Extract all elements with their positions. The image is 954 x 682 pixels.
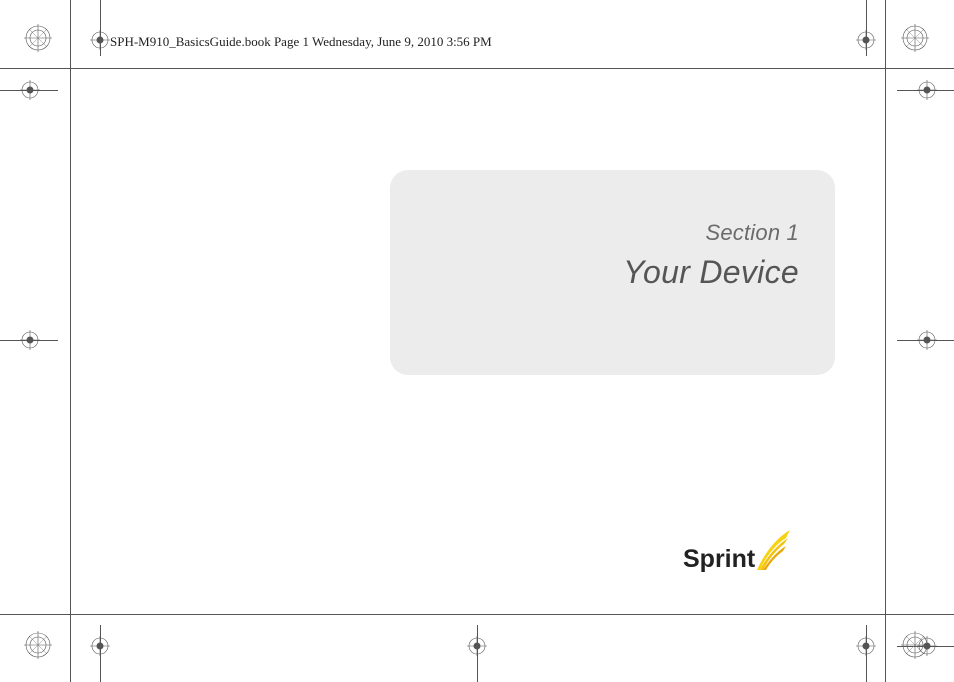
sprint-logo: Sprint — [683, 530, 793, 580]
crosshair-mark-icon — [90, 636, 110, 656]
crosshair-mark-icon — [856, 30, 876, 50]
sprint-wing-icon — [754, 528, 794, 579]
crosshair-mark-icon — [856, 636, 876, 656]
crosshair-mark-icon — [20, 80, 40, 100]
crosshair-mark-icon — [917, 330, 937, 350]
crop-line-vertical — [885, 0, 886, 682]
registration-mark-icon — [901, 24, 929, 52]
running-header: SPH-M910_BasicsGuide.book Page 1 Wednesd… — [110, 34, 492, 50]
crop-line-vertical — [70, 0, 71, 682]
page: { "header": { "running_text": "SPH-M910_… — [0, 0, 954, 682]
registration-mark-icon — [24, 631, 52, 659]
section-title: Your Device — [390, 254, 799, 291]
crosshair-mark-icon — [90, 30, 110, 50]
section-label: Section 1 — [390, 220, 799, 246]
section-title-card: Section 1 Your Device — [390, 170, 835, 375]
crosshair-mark-icon — [917, 636, 937, 656]
registration-mark-icon — [24, 24, 52, 52]
crop-line-horizontal — [0, 68, 954, 69]
crosshair-mark-icon — [20, 330, 40, 350]
sprint-logo-text: Sprint — [683, 545, 755, 574]
crosshair-mark-icon — [467, 636, 487, 656]
crop-line-horizontal — [0, 614, 954, 615]
crosshair-mark-icon — [917, 80, 937, 100]
